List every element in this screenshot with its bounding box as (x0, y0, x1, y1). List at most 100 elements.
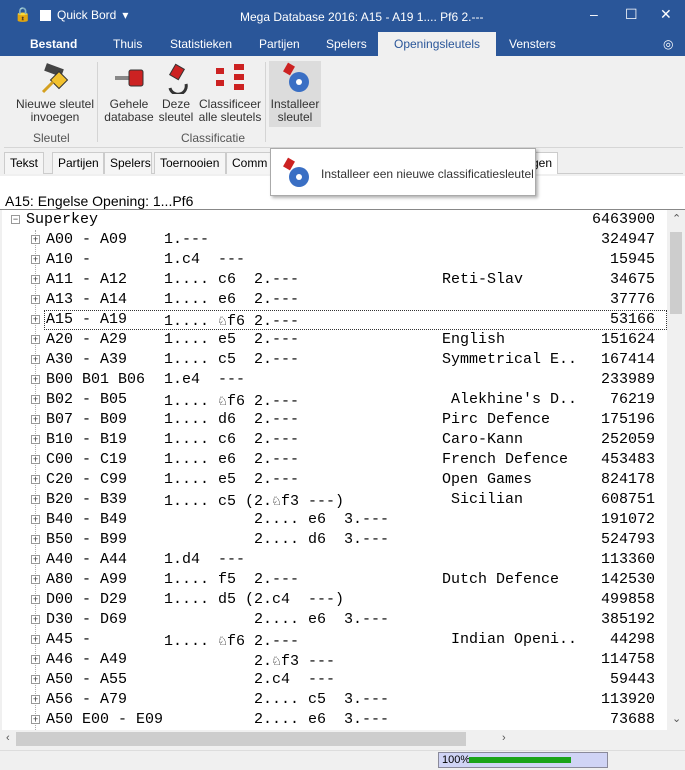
expand-icon[interactable]: + (31, 555, 40, 564)
expand-icon[interactable]: + (31, 335, 40, 344)
tree-row[interactable]: + A40 - A44 1.d4 --- 113360 (2, 550, 667, 570)
classify-all-button[interactable]: Classificeer alle sleutels (198, 62, 262, 124)
expand-icon[interactable]: + (31, 715, 40, 724)
vertical-scroll-thumb[interactable] (670, 232, 682, 314)
expand-icon[interactable]: + (31, 515, 40, 524)
expand-icon[interactable]: + (31, 615, 40, 624)
expand-icon[interactable]: + (31, 315, 40, 324)
tree-row[interactable]: + B07 - B09 1.... d6 2.--- Pirc Defence 1751… (2, 410, 667, 430)
tree-row[interactable]: + B10 - B19 1.... c6 2.--- Caro-Kann 252059 (2, 430, 667, 450)
whole-database-button[interactable]: Gehele database (104, 62, 154, 124)
maximize-icon[interactable]: ☐ (625, 6, 638, 23)
scroll-up-icon[interactable]: ⌃ (672, 212, 681, 225)
tab-vensters[interactable]: Vensters (509, 37, 556, 51)
tree-row[interactable]: + B20 - B39 1.... c5 (2.♘f3 ---) Sicilian 6… (2, 490, 667, 510)
ribbon: Nieuwe sleutel invoegen Sleutel Gehele d… (4, 56, 683, 148)
eco-range: B20 - B39 (46, 491, 128, 508)
tree-row[interactable]: + A11 - A12 1.... c6 2.--- Reti-Slav 34675 (2, 270, 667, 290)
eco-range: A45 - (46, 631, 92, 648)
horizontal-scrollbar[interactable]: ‹ › (2, 730, 667, 748)
tree-row[interactable]: + D30 - D69 2.... e6 3.--- 385192 (2, 610, 667, 630)
expand-icon[interactable]: + (31, 695, 40, 704)
close-icon[interactable]: ✕ (660, 6, 672, 23)
expand-icon[interactable]: + (31, 355, 40, 364)
expand-icon[interactable]: + (31, 635, 40, 644)
game-count: 608751 (600, 491, 655, 508)
tree-row[interactable]: + B50 - B99 2.... d6 3.--- 524793 (2, 530, 667, 550)
tree-row[interactable]: + C20 - C99 1.... e5 2.--- Open Games 824178 (2, 470, 667, 490)
tree-row[interactable]: + B40 - B49 2.... e6 3.--- 191072 (2, 510, 667, 530)
doctab-spelers[interactable]: Spelers (104, 152, 152, 174)
doctab-tekst[interactable]: Tekst (4, 152, 44, 174)
doctab-toernooien[interactable]: Toernooien (154, 152, 226, 174)
tab-statistieken[interactable]: Statistieken (170, 37, 232, 51)
expand-icon[interactable]: + (31, 395, 40, 404)
expand-icon[interactable]: + (31, 595, 40, 604)
tree-row[interactable]: + B02 - B05 1.... ♘f6 2.--- Alekhine's D..… (2, 390, 667, 410)
moves: 1.e4 --- (164, 371, 246, 388)
expand-icon[interactable]: + (31, 295, 40, 304)
tree-row[interactable]: + A46 - A49 2.♘f3 --- 114758 (2, 650, 667, 670)
tree-row[interactable]: + A00 - A09 1.--- 324947 (2, 230, 667, 250)
tree-row[interactable]: + B00 B01 B06 1.e4 --- 233989 (2, 370, 667, 390)
tree-row[interactable]: + D00 - D29 1.... d5 (2.c4 ---) 499858 (2, 590, 667, 610)
scroll-left-icon[interactable]: ‹ (6, 732, 10, 744)
tree-row[interactable]: + A80 - A99 1.... f5 2.--- Dutch Defence 142… (2, 570, 667, 590)
tree-row[interactable]: + A56 - A79 2.... c5 3.--- 113920 (2, 690, 667, 710)
tree-row[interactable]: + A13 - A14 1.... e6 2.--- 37776 (2, 290, 667, 310)
horizontal-scroll-thumb[interactable] (16, 732, 466, 746)
status-bar: 100% (0, 750, 685, 770)
expand-icon[interactable]: + (31, 415, 40, 424)
expand-icon[interactable]: + (31, 455, 40, 464)
tree-row[interactable]: + A50 E00 - E09 2.... e6 3.--- 73688 (2, 710, 667, 730)
help-icon[interactable]: ◎ (663, 37, 673, 51)
expand-icon[interactable]: + (31, 375, 40, 384)
expand-icon[interactable]: + (31, 255, 40, 264)
tab-thuis[interactable]: Thuis (113, 37, 142, 51)
expand-icon[interactable]: + (31, 535, 40, 544)
expand-icon[interactable]: + (31, 575, 40, 584)
chevron-down-icon[interactable]: ▾ (122, 8, 128, 22)
key-tree[interactable]: − Superkey 6463900 + A00 - A09 1.--- 324947… (2, 210, 667, 730)
expand-icon[interactable]: + (31, 675, 40, 684)
vertical-scrollbar[interactable]: ⌃ ⌄ (667, 210, 685, 730)
tree-row[interactable]: + A45 - 1.... ♘f6 2.--- Indian Openi.. 4429… (2, 630, 667, 650)
eco-range: C20 - C99 (46, 471, 128, 488)
install-key-button[interactable]: Installeer sleutel (269, 61, 321, 127)
new-key-button[interactable]: Nieuwe sleutel invoegen (12, 62, 98, 124)
expand-icon[interactable]: + (31, 475, 40, 484)
tree-row[interactable]: + A50 - A55 2.c4 --- 59443 (2, 670, 667, 690)
doctab-partijen[interactable]: Partijen (52, 152, 104, 174)
tree-root[interactable]: − Superkey 6463900 (2, 210, 667, 230)
expand-icon[interactable]: + (31, 435, 40, 444)
this-key-button[interactable]: Deze sleutel (156, 62, 196, 124)
tab-spelers[interactable]: Spelers (326, 37, 367, 51)
tree-row[interactable]: + A10 - 1.c4 --- 15945 (2, 250, 667, 270)
tree-row[interactable]: + A20 - A29 1.... e5 2.--- English 151624 (2, 330, 667, 350)
scroll-down-icon[interactable]: ⌄ (672, 712, 681, 725)
expand-icon[interactable]: + (31, 655, 40, 664)
expand-icon[interactable]: + (31, 275, 40, 284)
expand-icon[interactable]: + (31, 235, 40, 244)
quick-board-checkbox[interactable] (40, 9, 51, 21)
eco-range: A00 - A09 (46, 231, 128, 248)
eco-range: A15 - A19 (46, 311, 128, 328)
tree-row[interactable]: + A15 - A19 1.... ♘f6 2.--- 53166 (2, 310, 667, 330)
tab-bestand[interactable]: Bestand (30, 37, 77, 51)
opening-name: Open Games (442, 471, 533, 488)
scroll-right-icon[interactable]: › (502, 732, 506, 744)
eco-range: B07 - B09 (46, 411, 128, 428)
quick-board-label: Quick Bord (57, 8, 117, 22)
tree-row[interactable]: + A30 - A39 1.... c5 2.--- Symmetrical E.. 1… (2, 350, 667, 370)
quick-board-toggle[interactable]: Quick Bord ▾ (40, 8, 128, 22)
collapse-icon[interactable]: − (11, 215, 20, 224)
heading-text: A15: Engelse Opening: 1...Pf6 (5, 193, 194, 209)
tab-partijen[interactable]: Partijen (259, 37, 300, 51)
game-count: 151624 (600, 331, 655, 348)
tree-row[interactable]: + C00 - C19 1.... e6 2.--- French Defence 45… (2, 450, 667, 470)
minimize-icon[interactable]: – (590, 6, 598, 22)
tab-openingsleutels[interactable]: Openingsleutels (378, 32, 497, 57)
expand-icon[interactable]: + (31, 495, 40, 504)
eco-range: D00 - D29 (46, 591, 128, 608)
eco-range: A46 - A49 (46, 651, 128, 668)
